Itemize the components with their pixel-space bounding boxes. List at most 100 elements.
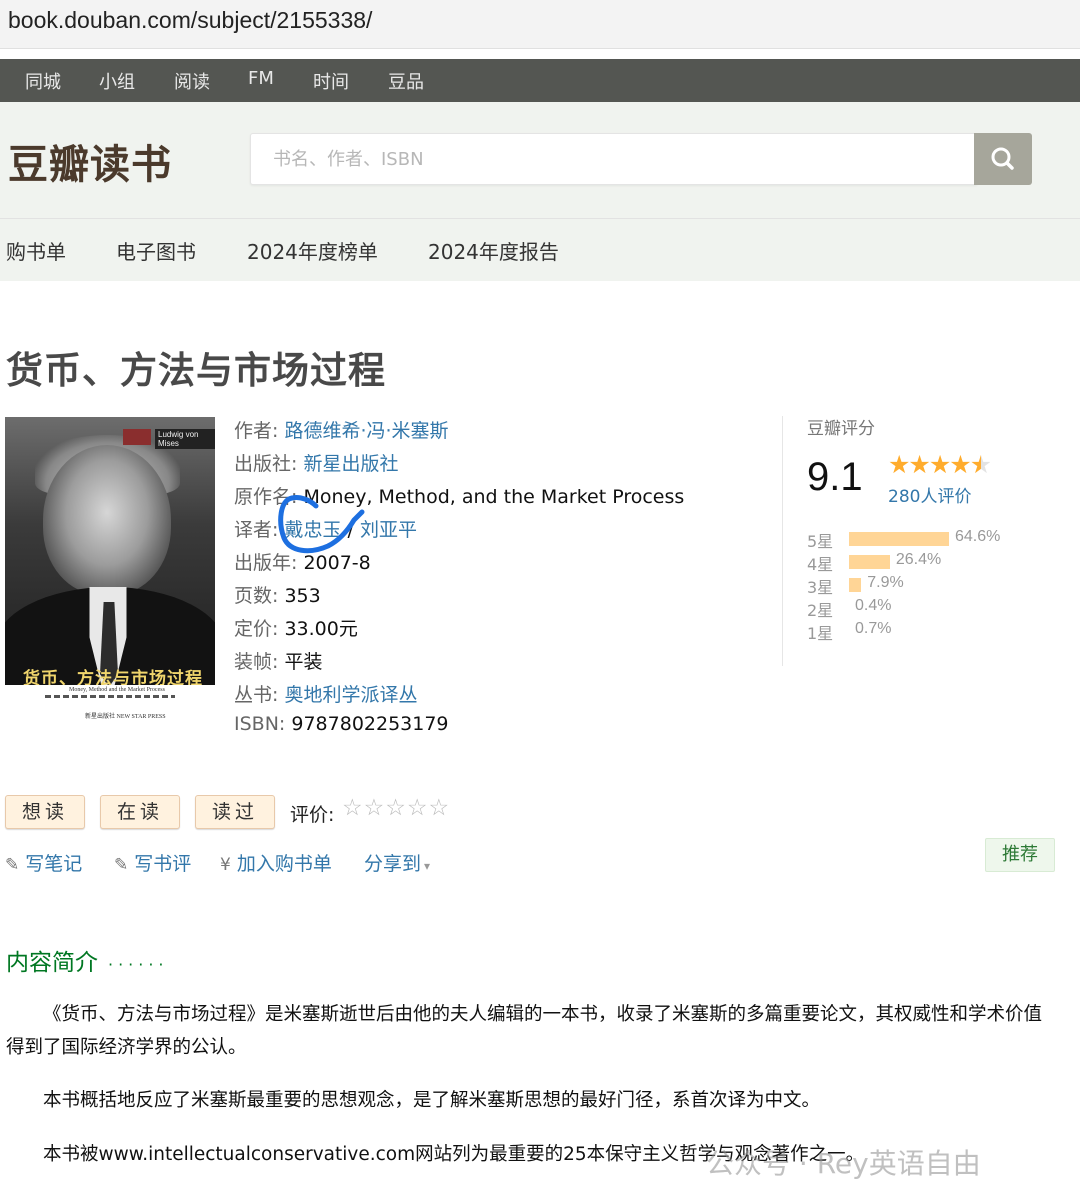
series-label: 丛书: [234,684,279,706]
rate-star-icon[interactable]: ☆ [364,795,386,821]
subnav-item-annual-list[interactable]: 2024年度榜单 [247,236,378,265]
share-link[interactable]: 分享到 ▾ [364,849,430,876]
rating-row-label: 4星 [807,555,834,574]
have-read-button[interactable]: 读过 [195,795,275,829]
price: 33.00元 [284,618,358,640]
star-icon: ★ [949,450,971,479]
rating-row-pct: 0.4% [855,597,892,614]
star-icon: ★ [888,450,910,479]
browser-address-bar[interactable]: book.douban.com/subject/2155338/ [0,0,1080,49]
rating-row-label: 2星 [807,601,834,620]
page-count: 353 [284,585,321,607]
book-title: 货币、方法与市场过程 [6,349,386,392]
intro-paragraph-1: 《货币、方法与市场过程》是米塞斯逝世后由他的夫人编辑的一本书，收录了米塞斯的多篇… [6,1004,1043,1058]
subnav-item-ebook[interactable]: 电子图书 [116,236,196,265]
want-to-read-button[interactable]: 想读 [5,795,85,829]
isbn-label: ISBN: [234,713,286,735]
nav-item-read[interactable]: 阅读 [174,68,210,94]
sub-nav: 购书单 电子图书 2024年度榜单 2024年度报告 [0,219,1080,281]
cover-bottom: Money, Method and the Market Process 新星出… [5,685,215,725]
site-header: 豆瓣读书 [0,102,1080,219]
nav-item-group[interactable]: 小组 [99,68,135,94]
rating-label: 豆瓣评分 [807,419,875,439]
global-nav: 同城 小组 阅读 FM 时间 豆品 [0,59,1080,102]
intro-paragraph-2: 本书概括地反应了米塞斯最重要的思想观念，是了解米塞斯思想的最好门径，系首次译为中… [43,1090,821,1111]
search-box [250,133,977,185]
write-review-link[interactable]: ✎ 写书评 [114,849,191,876]
nav-item-fm[interactable]: FM [248,68,274,89]
rating-row-pct: 7.9% [867,574,904,591]
pencil-icon: ✎ [114,855,129,875]
write-note-link[interactable]: ✎ 写笔记 [5,849,82,876]
write-note-label: 写笔记 [25,853,83,875]
intro-dots: ······ [108,955,169,974]
watermark: 公众号 · Rey英语自由 [706,1147,981,1180]
star-icon: ★ [928,450,951,479]
binding: 平装 [284,651,323,673]
rating-panel: 豆瓣评分 9.1 ★★★★★ 280人评价 5星 64.6% 4星 26.4% … [807,410,1067,660]
search-input[interactable] [251,134,976,184]
publisher-label: 出版社: [234,453,298,475]
rating-score: 9.1 [807,455,863,499]
rating-bar [849,578,862,592]
translator-link-2[interactable]: 刘亚平 [360,519,417,541]
rating-row-label: 3星 [807,578,834,597]
add-cart-label: 加入购书单 [236,853,332,875]
price-label: 定价: [234,618,279,640]
rate-star-icon[interactable]: ☆ [342,795,364,821]
author-label: 作者: [234,420,279,442]
rate-label: 评价: [290,804,335,826]
nav-item-time[interactable]: 时间 [313,68,349,94]
nav-item-tongcheng[interactable]: 同城 [25,68,61,94]
intro-heading: 内容简介 ······ [6,943,169,977]
nav-item-doupin[interactable]: 豆品 [388,68,424,94]
series-link[interactable]: 奥地利学派译丛 [284,684,417,706]
rating-stars: ★★★★★ [888,450,992,479]
rate-stars: ☆☆☆☆☆ [342,795,450,821]
reading-button[interactable]: 在读 [100,795,180,829]
rating-row-pct: 26.4% [895,551,942,568]
rating-row-label: 5星 [807,532,834,551]
subnav-item-booklist[interactable]: 购书单 [6,236,66,265]
translator-label: 译者: [234,519,279,541]
intro-title: 内容简介 [6,950,98,976]
rate-star-icon[interactable]: ☆ [429,795,451,821]
translator-link-1[interactable]: 戴忠玉 [284,519,341,541]
rate-star-icon[interactable]: ☆ [407,795,429,821]
cover-publisher: 新星出版社 NEW STAR PRESS [85,714,166,720]
original-title: Money, Method, and the Market Process [303,486,685,508]
pages-label: 页数: [234,585,279,607]
write-review-label: 写书评 [134,853,192,875]
publish-year: 2007-8 [303,552,371,574]
cover-subtitle: Money, Method and the Market Process [69,687,165,693]
rating-row-label: 1星 [807,624,834,643]
yen-icon: ¥ [220,855,231,875]
rate-star-icon[interactable]: ☆ [385,795,407,821]
binding-label: 装帧: [234,651,279,673]
star-icon: ★ [908,450,930,479]
publisher-link[interactable]: 新星出版社 [303,453,398,475]
site-logo[interactable]: 豆瓣读书 [8,132,172,190]
search-icon [991,147,1014,170]
pencil-icon: ✎ [5,855,20,875]
rating-bar [849,555,890,569]
isbn: 9787802253179 [291,713,449,735]
translator-separator: / [341,519,360,541]
rating-count-link[interactable]: 280人评价 [888,482,971,507]
original-title-label: 原作名: [234,486,298,508]
half-star-icon: ★ [969,450,992,479]
rating-row-pct: 0.7% [855,620,892,637]
year-label: 出版年: [234,552,298,574]
search-button[interactable] [974,133,1032,185]
add-to-cart-link[interactable]: ¥ 加入购书单 [220,849,332,876]
recommend-button[interactable]: 推荐 [985,838,1055,872]
url-text[interactable]: book.douban.com/subject/2155338/ [8,7,372,34]
cover-author-tag: Ludwig von Mises [155,429,215,449]
book-cover[interactable]: Ludwig von Mises 货币、方法与市场过程 [5,417,215,685]
cover-title: 货币、方法与市场过程 [23,669,203,685]
share-label: 分享到 [364,853,422,875]
info-divider [782,416,783,666]
subnav-item-annual-report[interactable]: 2024年度报告 [428,236,559,265]
author-link[interactable]: 路德维希·冯·米塞斯 [284,420,448,442]
rating-row-pct: 64.6% [955,528,1001,545]
